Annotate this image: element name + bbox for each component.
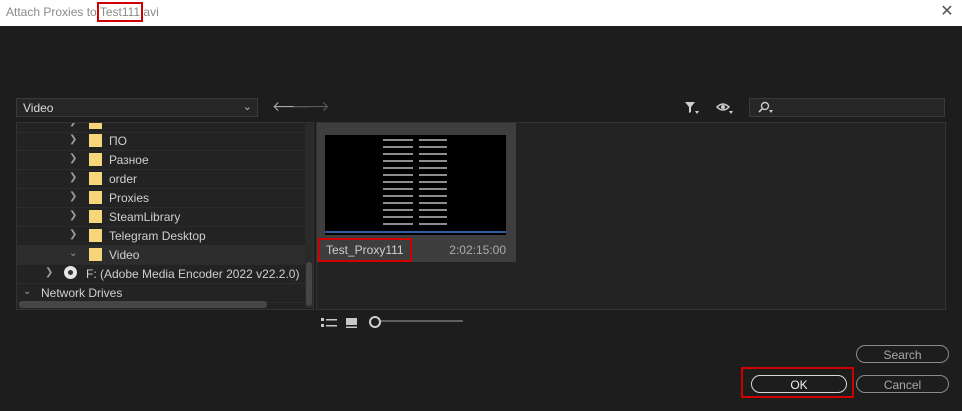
search-button[interactable]: Search [856,345,949,363]
chevron-down-icon: ⌄ [242,101,252,113]
tree-item[interactable]: ❯ Разное [17,150,305,170]
vertical-scrollbar[interactable] [305,124,313,308]
title-bar: Attach Proxies to Test111.avi ✕ [0,0,962,26]
chevron-right-icon[interactable]: ❯ [69,191,77,202]
search-field[interactable] [749,98,945,117]
tree-item[interactable]: ❯ ПО [17,131,305,151]
tree-item-label: order [109,172,138,186]
icon-view-icon[interactable] [346,317,358,332]
folder-icon [89,210,102,223]
tree-item[interactable]: ❯ order [17,169,305,189]
eye-icon[interactable] [715,101,734,118]
folder-icon [89,191,102,204]
folder-icon [89,248,102,261]
list-view-icon[interactable] [321,317,337,332]
chevron-right-icon[interactable]: ❯ [69,172,77,183]
file-card[interactable]: Test_Proxy111 2:02:15:00 [317,123,516,262]
filter-icon[interactable] [684,101,700,118]
folder-icon [89,229,102,242]
location-label: Video [23,101,54,115]
zoom-slider-track [381,320,463,322]
tree-item-network[interactable]: ⌄ Network Drives [17,283,305,303]
zoom-slider-handle[interactable] [369,316,381,328]
file-name: Test_Proxy111 [318,238,412,262]
title-filename: Test111 [96,2,144,22]
tree-item-label: F: (Adobe Media Encoder 2022 v22.2.0) [86,267,300,281]
chevron-down-icon[interactable]: ⌄ [23,286,31,297]
chevron-right-icon[interactable]: ❯ [69,210,77,221]
folder-icon [89,172,102,185]
search-icon [756,101,774,118]
tree-item[interactable]: ❯ SteamLibrary [17,207,305,227]
forward-icon[interactable]: 🡒 [292,98,330,115]
file-duration: 2:02:15:00 [449,243,506,257]
folder-icon [89,134,102,147]
tree-item[interactable]: ❯ Telegram Desktop [17,226,305,246]
window-title: Attach Proxies to Test111.avi [6,2,159,22]
vertical-scroll-thumb[interactable] [306,262,312,306]
cancel-button[interactable]: Cancel [856,375,949,393]
file-thumbnail [325,135,506,235]
file-grid[interactable]: Test_Proxy111 2:02:15:00 [316,122,946,310]
close-icon[interactable]: ✕ [938,2,956,22]
location-dropdown[interactable]: Video ⌄ [16,98,258,117]
tree-item-selected[interactable]: ⌄ Video [17,245,305,265]
chevron-right-icon[interactable]: ❯ [69,134,77,145]
chevron-right-icon[interactable]: ❯ [45,267,53,278]
tree-item-label: Разное [109,153,149,167]
tree-item[interactable]: ❯ Proxies [17,188,305,208]
title-extension: .avi [140,5,159,19]
tree-item-label: Video [109,248,140,262]
tree-item-label: SteamLibrary [109,210,181,224]
zoom-slider[interactable] [369,315,467,328]
tree-item-label: Proxies [109,191,150,205]
tree-item-drive[interactable]: ❯ F: (Adobe Media Encoder 2022 v22.2.0) [17,264,305,284]
folder-icon [89,153,102,166]
drive-icon [64,266,77,279]
chevron-right-icon[interactable]: ❯ [69,153,77,164]
ok-button[interactable]: OK [751,375,847,393]
tree-item-label: Telegram Desktop [109,229,206,243]
folder-tree[interactable]: ❯ ❯ ПО ❯ Разное ❯ order ❯ Proxies ❯ Stea… [16,122,314,310]
tree-item-label: ПО [109,134,127,148]
tree-item-label: Network Drives [41,286,123,300]
chevron-right-icon[interactable]: ❯ [69,123,77,127]
horizontal-scroll-thumb[interactable] [19,301,267,308]
chevron-down-icon[interactable]: ⌄ [69,248,77,259]
title-prefix: Attach Proxies to [6,5,100,19]
folder-icon [89,123,102,129]
chevron-right-icon[interactable]: ❯ [69,229,77,240]
